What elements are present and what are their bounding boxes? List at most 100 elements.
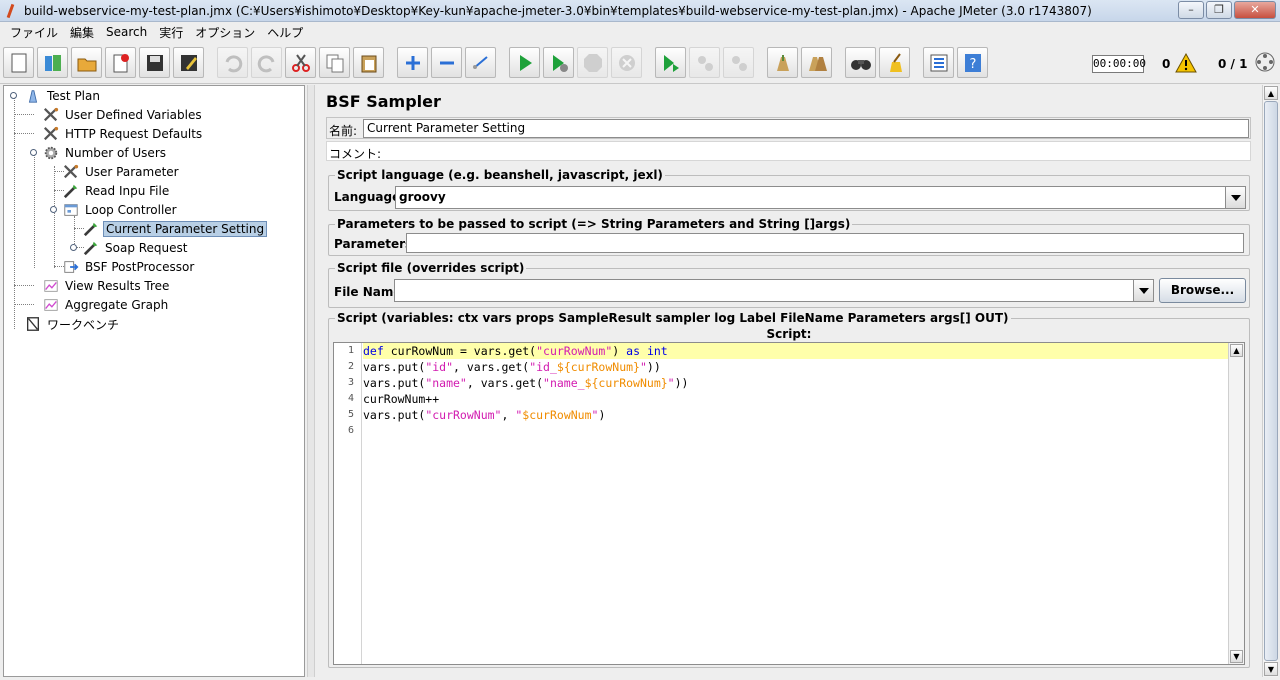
chevron-down-icon[interactable] — [1133, 280, 1153, 301]
expand-toggle[interactable] — [70, 244, 77, 251]
function-helper-button[interactable] — [923, 47, 954, 78]
code-text: vars.put( — [363, 376, 426, 390]
tree-item-user-defined-variables[interactable]: User Defined Variables — [42, 106, 204, 124]
workbench-icon — [24, 315, 42, 333]
close-button[interactable]: ✕ — [1234, 1, 1276, 19]
expand-toggle[interactable] — [30, 149, 37, 156]
interpolation: ${curRowNum} — [584, 376, 668, 390]
active-threads: 0 / 1 — [1218, 57, 1248, 71]
menu-run[interactable]: 実行 — [153, 24, 189, 41]
save-as-icon — [180, 54, 197, 71]
tree-item-read-input-file[interactable]: Read Inpu File — [62, 182, 171, 200]
save-as-button[interactable] — [173, 47, 204, 78]
scroll-up-icon[interactable]: ▲ — [1230, 344, 1243, 357]
script-editor[interactable]: 1 2 3 4 5 6 def curRowNum = vars.get("cu… — [333, 342, 1245, 665]
toolbar: ? — [0, 42, 1280, 84]
script-caption: Script: — [766, 327, 812, 341]
copy-button[interactable] — [319, 47, 350, 78]
reset-search-button[interactable] — [879, 47, 910, 78]
panel-splitter[interactable] — [307, 85, 315, 677]
editor-scrollbar[interactable]: ▲ ▼ — [1228, 343, 1244, 664]
save-icon — [146, 54, 163, 71]
menu-file[interactable]: ファイル — [4, 24, 64, 41]
redo-button[interactable] — [251, 47, 282, 78]
tree-item-view-results-tree[interactable]: View Results Tree — [42, 277, 171, 295]
stop-button[interactable] — [577, 47, 608, 78]
open-button[interactable] — [71, 47, 102, 78]
menu-edit[interactable]: 編集 — [64, 24, 100, 41]
start-no-pauses-button[interactable] — [543, 47, 574, 78]
warning-icon[interactable] — [1175, 53, 1197, 73]
panel-scrollbar[interactable]: ▲ ▼ — [1262, 85, 1278, 677]
scroll-down-icon[interactable]: ▼ — [1230, 650, 1243, 663]
comment-field[interactable]: コメント: — [326, 141, 1251, 161]
browse-button[interactable]: Browse... — [1159, 278, 1246, 303]
menu-bar: ファイル 編集 Search 実行 オプション ヘルプ — [0, 22, 1280, 42]
scroll-up-icon[interactable]: ▲ — [1264, 86, 1278, 100]
test-plan-tree: Test Plan User Defined Variables HTTP Re… — [3, 85, 305, 677]
scroll-down-icon[interactable]: ▼ — [1264, 662, 1278, 676]
tree-item-user-parameter[interactable]: User Parameter — [62, 163, 181, 181]
toggle-button[interactable] — [465, 47, 496, 78]
menu-options[interactable]: オプション — [189, 24, 261, 41]
tree-item-http-request-defaults[interactable]: HTTP Request Defaults — [42, 125, 204, 143]
save-button[interactable] — [139, 47, 170, 78]
interpolation: $curRowNum — [522, 408, 592, 422]
test-plan-icon — [24, 87, 42, 105]
templates-button[interactable] — [37, 47, 68, 78]
code-line-3: vars.put("name", vars.get("name_${curRow… — [363, 375, 688, 391]
expand-all-button[interactable] — [397, 47, 428, 78]
remote-shutdown-button[interactable] — [723, 47, 754, 78]
scrollbar-thumb[interactable] — [1264, 101, 1278, 661]
undo-button[interactable] — [217, 47, 248, 78]
remote-stop-button[interactable] — [689, 47, 720, 78]
tree-item-aggregate-graph[interactable]: Aggregate Graph — [42, 296, 170, 314]
name-input[interactable]: Current Parameter Setting — [363, 119, 1249, 138]
listener-icon — [42, 277, 60, 295]
shutdown-button[interactable] — [611, 47, 642, 78]
string-literal: " — [667, 376, 675, 390]
search-button[interactable] — [845, 47, 876, 78]
shutdown-icon — [618, 54, 635, 71]
clear-button[interactable] — [767, 47, 798, 78]
paste-button[interactable] — [353, 47, 384, 78]
minimize-button[interactable]: – — [1178, 1, 1204, 19]
tree-item-bsf-postprocessor[interactable]: BSF PostProcessor — [62, 258, 196, 276]
config-icon — [42, 106, 60, 124]
start-no-pauses-icon — [552, 54, 568, 72]
close-plan-button[interactable] — [105, 47, 136, 78]
paste-icon — [361, 55, 376, 72]
tree-item-loop-controller[interactable]: Loop Controller — [62, 201, 179, 219]
function-helper-icon — [930, 54, 947, 71]
maximize-button[interactable]: ❐ — [1206, 1, 1232, 19]
tree-item-current-parameter-setting[interactable]: Current Parameter Setting — [82, 220, 268, 238]
language-select[interactable]: groovy — [395, 186, 1246, 209]
code-text: )) — [674, 376, 689, 390]
tree-item-soap-request[interactable]: Soap Request — [82, 239, 190, 257]
chevron-down-icon[interactable] — [1225, 187, 1245, 208]
collapse-all-button[interactable] — [431, 47, 462, 78]
parameters-input[interactable] — [406, 233, 1244, 253]
string-literal: " — [639, 360, 647, 374]
collapse-icon — [439, 61, 454, 64]
expand-toggle[interactable] — [50, 206, 57, 213]
tree-item-workbench[interactable]: ワークベンチ — [24, 315, 121, 333]
menu-help[interactable]: ヘルプ — [261, 24, 309, 41]
help-button[interactable]: ? — [957, 47, 988, 78]
tree-item-number-of-users[interactable]: Number of Users — [42, 144, 168, 162]
tree-guide — [54, 166, 55, 268]
start-button[interactable] — [509, 47, 540, 78]
remote-start-button[interactable] — [655, 47, 686, 78]
sampler-icon — [82, 239, 100, 257]
tree-item-test-plan[interactable]: Test Plan — [24, 87, 102, 105]
file-name-combo[interactable] — [394, 279, 1154, 302]
expand-toggle[interactable] — [10, 92, 17, 99]
new-button[interactable] — [3, 47, 34, 78]
open-icon — [77, 58, 96, 71]
tree-item-label: Read Inpu File — [85, 184, 170, 198]
expand-icon — [405, 55, 420, 70]
menu-search[interactable]: Search — [100, 25, 153, 39]
clear-all-button[interactable] — [801, 47, 832, 78]
tree-guide — [14, 114, 34, 115]
cut-button[interactable] — [285, 47, 316, 78]
